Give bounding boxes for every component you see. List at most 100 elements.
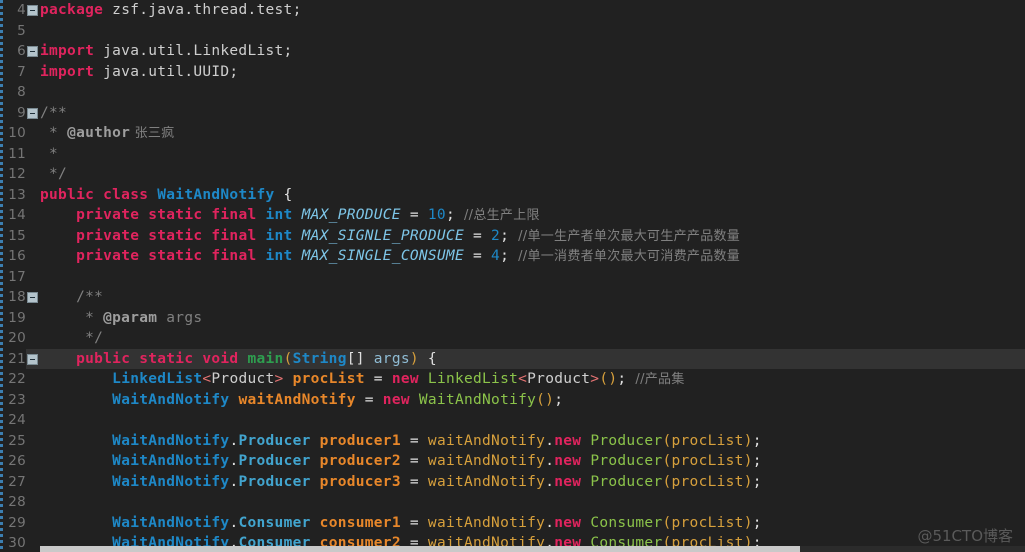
code-line[interactable]: 11 * [0, 144, 1025, 165]
line-number: 26 [8, 453, 26, 469]
code-line[interactable]: 21 public static void main(String[] args… [0, 348, 1025, 369]
horizontal-scrollbar-thumb[interactable] [40, 546, 800, 552]
code-line[interactable]: 22 LinkedList<Product> procList = new Li… [0, 369, 1025, 390]
code-line-text: import java.util.LinkedList; [0, 41, 1025, 62]
code-line[interactable]: 19 * @param args [0, 308, 1025, 329]
horizontal-scrollbar-track[interactable] [40, 546, 1025, 552]
line-number: 4 [17, 2, 26, 18]
code-line-text: /** [0, 287, 1025, 308]
code-token: public static void [76, 350, 248, 367]
line-number: 18 [8, 289, 26, 305]
code-token: int [265, 207, 293, 223]
code-line[interactable]: 8 [0, 82, 1025, 103]
code-token: ) [743, 453, 753, 469]
code-token: Producer [238, 453, 311, 469]
line-number: 8 [17, 84, 26, 100]
code-token: private static final [76, 248, 266, 264]
code-token: //产品集 [635, 372, 685, 387]
line-number: 21 [0, 348, 26, 369]
code-token: String [292, 350, 347, 367]
code-token: public class [40, 186, 158, 203]
code-token: < [518, 371, 528, 387]
code-fold-minus-icon[interactable] [27, 107, 38, 119]
code-line-text: package zsf.java.thread.test; [0, 0, 1025, 21]
code-token: new [382, 391, 410, 408]
code-token: 4 [491, 248, 501, 264]
code-line[interactable]: 6 import java.util.LinkedList; [0, 41, 1025, 62]
code-token: 张三疯 [130, 126, 175, 141]
code-line-text: WaitAndNotify. Producer producer1 = waitA… [0, 431, 1025, 452]
line-number: 14 [8, 207, 26, 223]
code-token: new [554, 473, 582, 490]
code-line[interactable]: 24 [0, 410, 1025, 431]
code-line[interactable]: 25 WaitAndNotify. Producer producer1 = wa… [0, 431, 1025, 452]
code-token: producer3 [319, 473, 401, 490]
code-token: () [536, 391, 555, 408]
code-line[interactable]: 12 */ [0, 164, 1025, 185]
code-fold-minus-icon[interactable] [27, 353, 38, 365]
code-line[interactable]: 15 private static final int MAX_SIGNLE_P… [0, 226, 1025, 247]
code-line-text: WaitAndNotify. Consumer consumer1 = waitA… [0, 513, 1025, 534]
code-line[interactable]: 28 [0, 492, 1025, 513]
code-token: WaitAndNotify [157, 186, 275, 203]
code-line[interactable]: 27 WaitAndNotify. Producer producer3 = wa… [0, 472, 1025, 493]
code-line-text: WaitAndNotify. Producer producer3 = waitA… [0, 472, 1025, 493]
code-token: () [599, 371, 618, 387]
code-line-text: * @author 张三疯 [0, 123, 1025, 145]
code-token: ( [662, 473, 672, 490]
code-line[interactable]: 29 WaitAndNotify. Consumer consumer1 = wa… [0, 513, 1025, 534]
code-token: */ [40, 166, 68, 182]
code-token: ; [752, 473, 762, 490]
code-token: LinkedList [427, 371, 519, 387]
code-line[interactable]: 9 /** [0, 103, 1025, 124]
code-token: [] [346, 350, 374, 367]
code-token: private static final [76, 227, 266, 244]
code-line-text: WaitAndNotify. Producer producer2 = waitA… [0, 451, 1025, 472]
code-token: private static final [76, 207, 266, 223]
code-line-text: */ [0, 328, 1025, 349]
code-token: = [400, 432, 428, 449]
code-token: 2 [491, 227, 501, 244]
code-line[interactable]: 14 private static final int MAX_PRODUCE … [0, 205, 1025, 226]
code-line[interactable]: 23 WaitAndNotify waitAndNotify = new Wai… [0, 390, 1025, 411]
code-token: consumer1 [319, 514, 401, 531]
code-token: ( [662, 514, 672, 531]
code-token: 10 [427, 207, 446, 223]
code-line[interactable]: 10 * @author 张三疯 [0, 123, 1025, 144]
line-number: 7 [17, 63, 26, 80]
code-token: WaitAndNotify [112, 391, 230, 408]
code-fold-minus-icon[interactable] [27, 292, 38, 303]
code-token: ; [752, 453, 762, 469]
code-editor[interactable]: 4 package zsf.java.thread.test; 5 6 import j… [0, 0, 1025, 552]
code-token: Product [211, 371, 275, 387]
code-fold-minus-icon[interactable] [27, 46, 38, 57]
code-line[interactable]: 20 */ [0, 328, 1025, 349]
code-line[interactable]: 17 [0, 267, 1025, 288]
code-line-text: */ [0, 164, 1025, 185]
code-line[interactable]: 7 import java.util.UUID; [0, 62, 1025, 83]
code-token: waitAndNotify [427, 432, 546, 449]
code-token: WaitAndNotify [112, 514, 230, 531]
code-token: = [400, 473, 428, 490]
code-line[interactable]: 16 private static final int MAX_SINGLE_C… [0, 246, 1025, 267]
code-line[interactable]: 4 package zsf.java.thread.test; [0, 0, 1025, 21]
code-token: new [554, 432, 582, 449]
code-token: int [265, 248, 293, 264]
line-number: 17 [8, 268, 26, 285]
code-line[interactable]: 26 WaitAndNotify. Producer producer2 = wa… [0, 451, 1025, 472]
changed-lines-marker-strip [0, 0, 3, 552]
code-line-text: WaitAndNotify waitAndNotify = new WaitAn… [0, 390, 1025, 411]
code-line[interactable]: 18 /** [0, 287, 1025, 308]
code-lines-container[interactable]: 4 package zsf.java.thread.test; 5 6 import j… [0, 0, 1025, 552]
code-token: { [418, 350, 437, 367]
code-line[interactable]: 13 public class WaitAndNotify { [0, 185, 1025, 206]
code-fold-minus-icon[interactable] [27, 5, 38, 16]
code-token: Consumer [590, 514, 663, 531]
code-line[interactable]: 5 [0, 21, 1025, 42]
code-token: waitAndNotify [427, 514, 546, 531]
